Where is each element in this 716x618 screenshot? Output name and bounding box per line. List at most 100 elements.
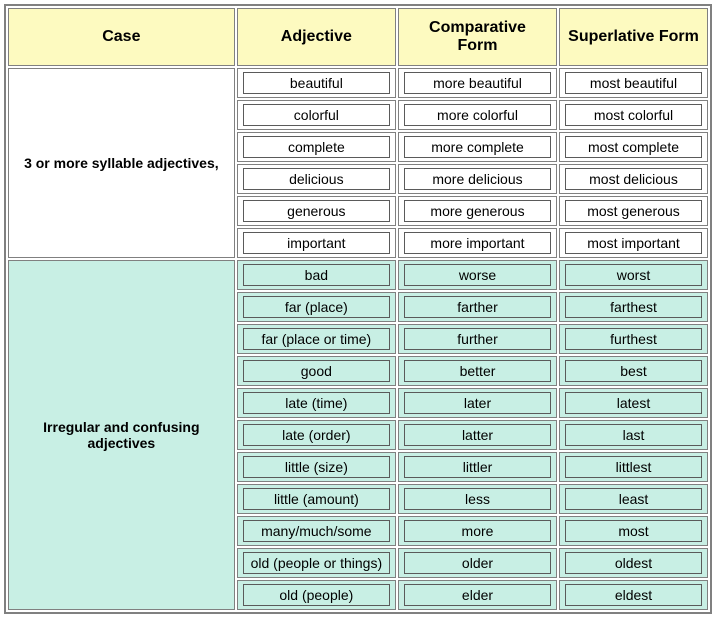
adjective-cell: far (place) — [237, 292, 396, 322]
superlative-cell: best — [559, 356, 708, 386]
superlative-cell: most beautiful — [559, 68, 708, 98]
comparative-value: farther — [404, 296, 551, 318]
adjective-value: little (amount) — [243, 488, 390, 510]
header-row: Case Adjective Comparative Form Superlat… — [8, 8, 708, 66]
comparative-value: latter — [404, 424, 551, 446]
adjective-value: good — [243, 360, 390, 382]
comparative-cell: more delicious — [398, 164, 557, 194]
superlative-value: worst — [565, 264, 702, 286]
superlative-value: most colorful — [565, 104, 702, 126]
adjective-cell: bad — [237, 260, 396, 290]
adjective-cell: colorful — [237, 100, 396, 130]
comparative-cell: littler — [398, 452, 557, 482]
superlative-cell: oldest — [559, 548, 708, 578]
adjective-cell: far (place or time) — [237, 324, 396, 354]
adjective-cell: late (order) — [237, 420, 396, 450]
comparative-value: older — [404, 552, 551, 574]
adjective-value: far (place or time) — [243, 328, 390, 350]
adjective-cell: late (time) — [237, 388, 396, 418]
superlative-cell: least — [559, 484, 708, 514]
superlative-cell: farthest — [559, 292, 708, 322]
superlative-value: most — [565, 520, 702, 542]
superlative-value: least — [565, 488, 702, 510]
case-label: 3 or more syllable adjectives, — [8, 68, 235, 258]
comparative-value: worse — [404, 264, 551, 286]
adjective-value: complete — [243, 136, 390, 158]
superlative-value: farthest — [565, 296, 702, 318]
superlative-cell: most colorful — [559, 100, 708, 130]
superlative-value: last — [565, 424, 702, 446]
comparative-value: more — [404, 520, 551, 542]
superlative-cell: most important — [559, 228, 708, 258]
comparative-value: more complete — [404, 136, 551, 158]
superlative-cell: furthest — [559, 324, 708, 354]
comparative-cell: more important — [398, 228, 557, 258]
comparative-cell: worse — [398, 260, 557, 290]
comparative-value: more colorful — [404, 104, 551, 126]
comparative-cell: farther — [398, 292, 557, 322]
superlative-cell: latest — [559, 388, 708, 418]
comparative-cell: better — [398, 356, 557, 386]
comparative-value: less — [404, 488, 551, 510]
adjective-forms-table: Case Adjective Comparative Form Superlat… — [4, 4, 712, 614]
header-superlative: Superlative Form — [559, 8, 708, 66]
table-row: 3 or more syllable adjectives,beautifulm… — [8, 68, 708, 98]
superlative-cell: most delicious — [559, 164, 708, 194]
adjective-cell: good — [237, 356, 396, 386]
comparative-value: more generous — [404, 200, 551, 222]
adjective-value: late (order) — [243, 424, 390, 446]
superlative-cell: worst — [559, 260, 708, 290]
header-comparative: Comparative Form — [398, 8, 557, 66]
superlative-value: eldest — [565, 584, 702, 606]
comparative-value: littler — [404, 456, 551, 478]
comparative-value: better — [404, 360, 551, 382]
comparative-cell: more colorful — [398, 100, 557, 130]
adjective-cell: little (amount) — [237, 484, 396, 514]
adjective-value: far (place) — [243, 296, 390, 318]
comparative-value: elder — [404, 584, 551, 606]
adjective-cell: important — [237, 228, 396, 258]
superlative-cell: eldest — [559, 580, 708, 610]
adjective-cell: complete — [237, 132, 396, 162]
superlative-value: best — [565, 360, 702, 382]
superlative-cell: most complete — [559, 132, 708, 162]
adjective-value: beautiful — [243, 72, 390, 94]
table-row: Irregular and confusing adjectivesbadwor… — [8, 260, 708, 290]
superlative-value: latest — [565, 392, 702, 414]
adjective-cell: generous — [237, 196, 396, 226]
adjective-cell: little (size) — [237, 452, 396, 482]
comparative-value: more delicious — [404, 168, 551, 190]
adjective-value: old (people or things) — [243, 552, 390, 574]
comparative-value: further — [404, 328, 551, 350]
adjective-cell: delicious — [237, 164, 396, 194]
comparative-cell: more generous — [398, 196, 557, 226]
adjective-cell: many/much/some — [237, 516, 396, 546]
comparative-cell: more complete — [398, 132, 557, 162]
comparative-cell: elder — [398, 580, 557, 610]
superlative-value: most important — [565, 232, 702, 254]
header-adjective: Adjective — [237, 8, 396, 66]
superlative-value: most beautiful — [565, 72, 702, 94]
comparative-cell: further — [398, 324, 557, 354]
comparative-value: more important — [404, 232, 551, 254]
adjective-value: bad — [243, 264, 390, 286]
superlative-value: furthest — [565, 328, 702, 350]
superlative-value: most delicious — [565, 168, 702, 190]
comparative-cell: more beautiful — [398, 68, 557, 98]
superlative-value: most generous — [565, 200, 702, 222]
superlative-value: oldest — [565, 552, 702, 574]
adjective-value: generous — [243, 200, 390, 222]
comparative-value: more beautiful — [404, 72, 551, 94]
superlative-value: most complete — [565, 136, 702, 158]
superlative-value: littlest — [565, 456, 702, 478]
superlative-cell: most — [559, 516, 708, 546]
comparative-cell: older — [398, 548, 557, 578]
adjective-value: old (people) — [243, 584, 390, 606]
adjective-cell: old (people or things) — [237, 548, 396, 578]
adjective-value: important — [243, 232, 390, 254]
superlative-cell: most generous — [559, 196, 708, 226]
comparative-value: later — [404, 392, 551, 414]
case-label: Irregular and confusing adjectives — [8, 260, 235, 610]
comparative-cell: less — [398, 484, 557, 514]
adjective-cell: old (people) — [237, 580, 396, 610]
